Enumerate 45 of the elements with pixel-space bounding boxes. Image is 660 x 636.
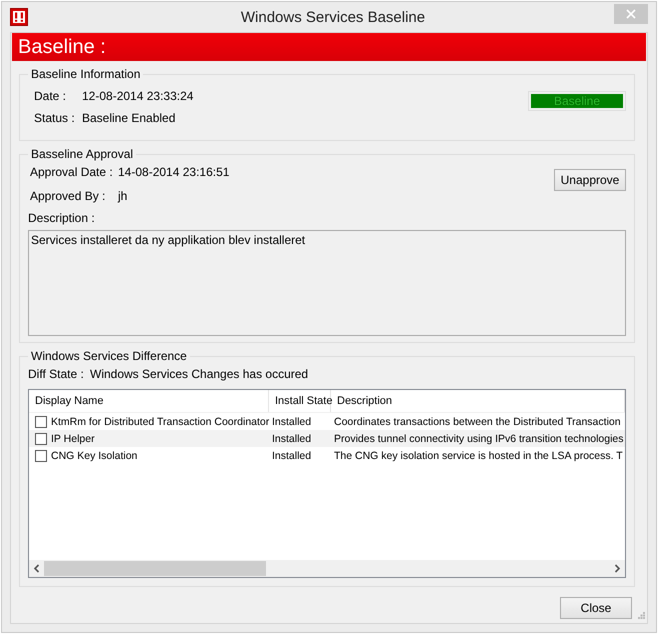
field-value: jh [118,189,128,203]
table-cell-text: Installed [271,450,312,462]
field-label: Approved By : [30,189,106,203]
column-header[interactable]: Display Name [29,390,269,412]
horizontal-scrollbar[interactable] [29,560,625,577]
field-value: 14-08-2014 23:16:51 [118,165,230,179]
column-header[interactable]: Install State [269,390,331,412]
scrollbar-thumb[interactable] [44,561,266,576]
group-title: Windows Services Difference [30,349,188,363]
table-cell: IP Helper [51,432,95,444]
field-value: Windows Services Changes has occured [90,367,308,381]
field-label: Approval Date : [30,165,114,179]
group-title: Basseline Approval [30,147,134,161]
description-field[interactable]: Services installeret da ny applikation blev installeret [28,230,626,336]
field-value: 12-08-2014 23:33:24 [82,89,194,103]
scroll-right-icon[interactable] [614,564,621,573]
status-indicator: Baseline [531,94,623,108]
checkbox[interactable] [35,416,47,428]
table-row[interactable]: IP Helper Installed Provides tunnel connectivity using IPv6 transition technologies [29,430,625,447]
group-title: Baseline Information [30,67,142,81]
checkbox[interactable] [35,450,47,462]
table-row[interactable]: KtmRm for Distributed Transaction Coordinator Installed Coordinates transactions between the Distributed Transaction [29,413,625,430]
close-icon [626,9,636,19]
table-row[interactable]: CNG Key Isolation Installed The CNG key isolation service is hosted in the LSA process. T [29,447,625,464]
unapprove-button[interactable]: Unapprove [554,169,626,191]
warning-icon [10,8,28,26]
table-cell-text: Provides tunnel connectivity using IPv6 transition technologies [333,432,624,444]
field-value: Baseline Enabled [82,111,176,125]
scroll-left-icon[interactable] [33,564,40,573]
table-cell-text: Installed [271,416,312,428]
table-cell-text: The CNG key isolation service is hosted in the LSA process. T [333,450,624,462]
field-label: Date : [34,89,68,103]
close-button[interactable]: Close [560,597,632,619]
field-label: Status : [34,111,76,125]
column-header[interactable]: Description [331,390,625,412]
field-label: Diff State : [28,367,85,381]
field-label: Description : [28,211,96,225]
table-cell-text: Coordinates transactions between the Distributed Transaction [333,416,622,428]
resize-grip-icon[interactable] [638,612,645,619]
table-cell: KtmRm for Distributed Transaction Coordinator [51,416,270,428]
window-title: Windows Services Baseline [240,8,426,26]
table-cell-text: Installed [271,432,312,444]
table-cell: CNG Key Isolation [51,450,138,462]
checkbox[interactable] [35,432,47,444]
header-title: Baseline : [18,36,106,58]
